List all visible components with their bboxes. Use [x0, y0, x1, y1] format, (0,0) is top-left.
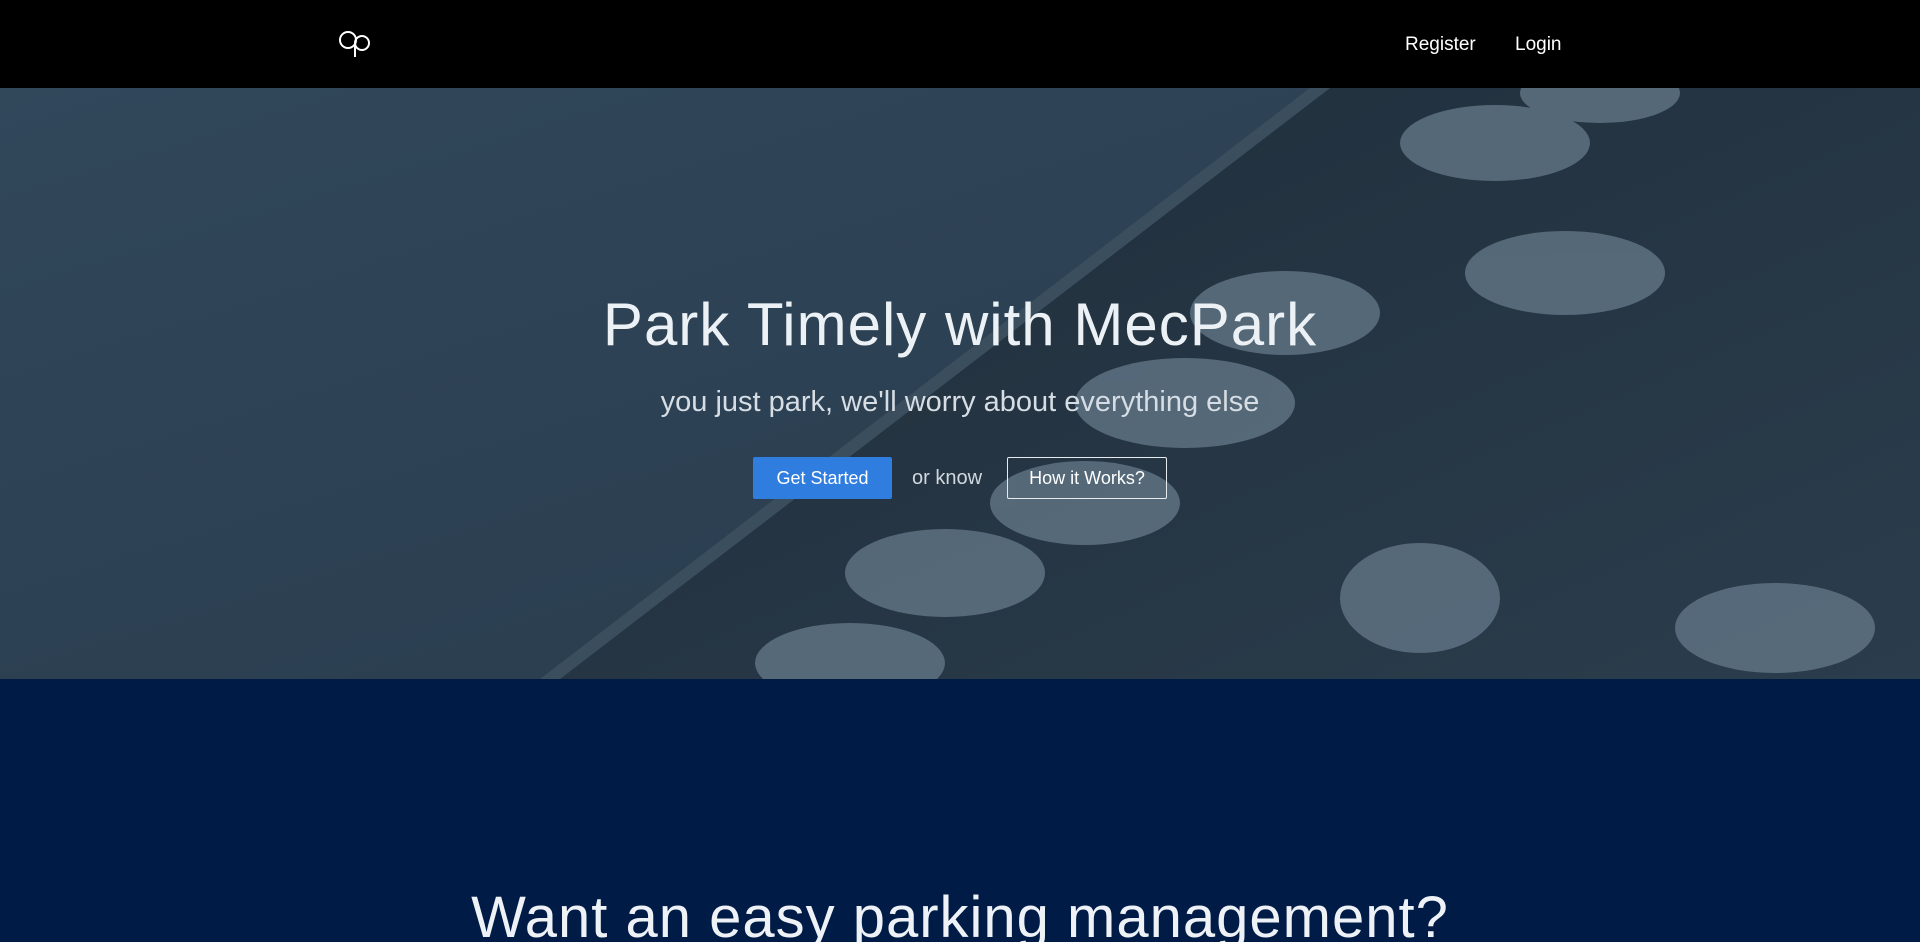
hero-title: Park Timely with MecPark [602, 291, 1318, 358]
top-navbar: Register Login [0, 0, 1920, 88]
or-know-text: or know [912, 467, 983, 489]
features-heading: Want an easy parking management? [471, 885, 1449, 942]
get-started-button[interactable]: Get Started [753, 457, 892, 499]
hero-content: Park Timely with MecPark you just park, … [0, 88, 1920, 679]
login-link[interactable]: Login [1515, 33, 1562, 57]
cta-row: Get Started or know How it Works? [0, 457, 1920, 499]
features-section: Want an easy parking management? [0, 679, 1920, 942]
register-link[interactable]: Register [1405, 33, 1476, 57]
mecpark-logo-icon[interactable] [338, 26, 374, 58]
how-it-works-button[interactable]: How it Works? [1007, 457, 1167, 499]
hero-subtitle: you just park, we'll worry about everyth… [660, 386, 1260, 418]
hero-section: Park Timely with MecPark you just park, … [0, 88, 1920, 679]
